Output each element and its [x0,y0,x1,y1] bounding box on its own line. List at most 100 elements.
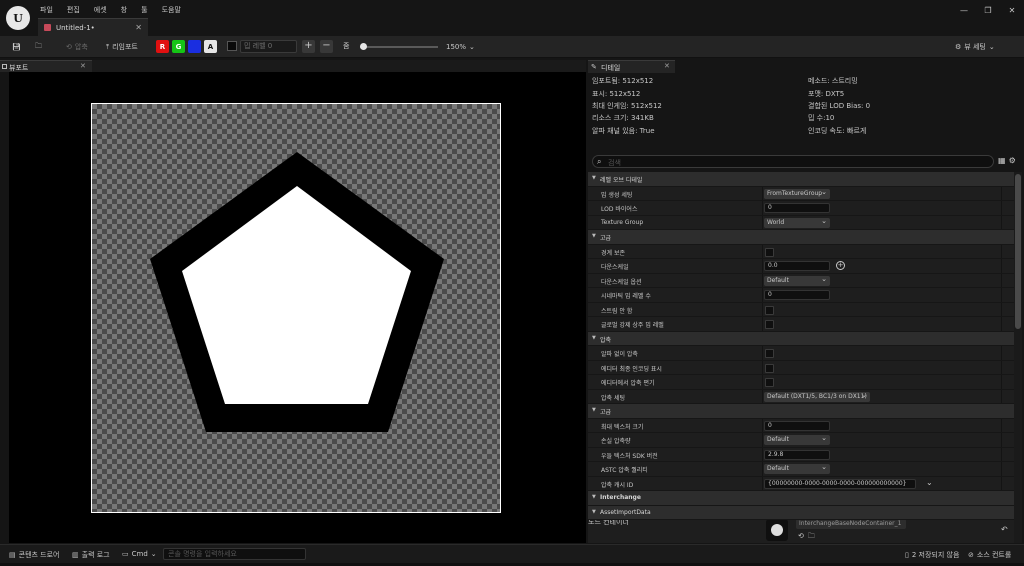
mip-level-select[interactable]: 밉 레벨 0 [240,40,297,53]
category-row[interactable]: ▼ 고급 [588,230,1014,245]
settings-icon[interactable]: ⚙ [1009,156,1016,165]
property-dropdown[interactable]: Default (DXT1/5, BC1/3 on DX11) [764,390,870,402]
category-row[interactable]: ▼ 레벨 오브 디테일 [588,172,1014,187]
expand-arrow-icon[interactable]: ▼ [592,494,596,500]
expand-arrow-icon[interactable]: ▼ [592,233,596,239]
column-divider[interactable] [762,186,763,200]
property-value-input[interactable]: 0 [764,203,830,213]
column-divider[interactable] [762,273,763,287]
cmd-selector[interactable]: ▭ Cmd ⌄ [122,550,157,558]
category-row[interactable]: ▼ 압축 [588,331,1014,346]
property-value-input[interactable]: 0.0 [764,261,830,271]
expand-arrow-icon[interactable]: ▼ [592,407,596,413]
category-row[interactable]: ▼ AssetImportData [588,505,1014,520]
column-divider[interactable] [762,375,763,389]
column-divider[interactable] [762,389,763,403]
browse-icon[interactable]: 🗀 [808,532,815,543]
column-divider[interactable] [762,201,763,215]
property-dropdown[interactable]: Default [764,433,830,445]
property-checkbox[interactable] [765,305,774,315]
close-window-button[interactable]: ✕ [1000,6,1024,15]
browse-button[interactable]: 🗀 [35,40,42,54]
node-thumbnail[interactable] [766,519,788,541]
close-tab-icon[interactable]: ✕ [135,23,142,32]
property-value-input[interactable]: 0 [764,420,830,431]
viewport-tab[interactable]: 뷰포트 ✕ [0,60,92,72]
property-dropdown[interactable]: World [764,216,830,228]
column-divider[interactable] [762,302,763,316]
zoom-slider[interactable] [360,43,438,50]
expand-arrow-icon[interactable]: ▼ [592,335,596,341]
view-settings-button[interactable]: ⚙ 뷰 세팅 ⌄ [955,40,995,54]
column-divider[interactable] [762,433,763,447]
mip-increase-button[interactable]: + [302,40,315,53]
use-selected-icon[interactable]: ⟲ [798,532,804,543]
property-dropdown[interactable]: FromTextureGroup [764,187,830,199]
save-button[interactable]: 💾︎ [12,40,21,54]
compress-button[interactable]: ⟲ 압축 [66,40,88,54]
property-checkbox[interactable] [765,349,774,358]
property-checkbox[interactable] [765,247,774,257]
column-divider[interactable] [762,476,763,490]
property-checkbox[interactable] [765,363,774,373]
column-divider[interactable] [762,418,763,432]
console-input[interactable]: 콘솔 명령을 입력하세요 [163,548,306,560]
column-divider[interactable] [762,447,763,461]
menu-tools[interactable]: 툴 [141,5,147,15]
property-label: Texture Group [601,218,644,226]
column-divider[interactable] [762,360,763,374]
zoom-value-dropdown[interactable]: 150% ⌄ [446,40,475,54]
chevron-down-icon[interactable]: ⌄ [926,478,933,487]
table-view-icon[interactable]: ▦ [998,156,1006,165]
property-dropdown[interactable]: Default [764,462,830,474]
expand-arrow-icon[interactable]: ▼ [592,509,596,515]
column-divider[interactable] [762,317,763,331]
reimport-button[interactable]: ⤒ 리임포트 [106,40,138,54]
scrollbar-thumb[interactable] [1015,174,1021,329]
reset-arrow-icon[interactable]: ↶ [1001,525,1008,534]
maximize-button[interactable]: ❐ [976,6,1000,15]
source-control-button[interactable]: ⊘ 소스 컨트롤 [968,550,1011,560]
property-label: 스트림 안 함 [601,307,633,315]
channel-g-toggle[interactable]: G [172,40,185,53]
menu-edit[interactable]: 편집 [67,5,80,15]
category-row[interactable]: ▼ Interchange [588,491,1014,506]
property-value-input[interactable]: {00000000-0000-0000-0000-000000000000} [764,478,916,489]
menu-asset[interactable]: 에셋 [94,5,107,15]
property-value-input[interactable]: 0 [764,290,830,300]
unsaved-button[interactable]: ▯ 2 저장되지 않음 [905,550,959,560]
menu-help[interactable]: 도움말 [162,5,181,15]
column-divider[interactable] [762,244,763,258]
add-icon[interactable]: + [836,261,845,270]
minimize-button[interactable]: — [952,6,976,15]
category-row[interactable]: ▼ 고급 [588,404,1014,419]
close-viewport-icon[interactable]: ✕ [80,62,86,70]
channel-r-toggle[interactable]: R [156,40,169,53]
menu-file[interactable]: 파일 [40,5,53,15]
column-divider[interactable] [762,215,763,229]
zoom-slider-knob[interactable] [360,43,368,50]
column-divider[interactable] [762,346,763,360]
details-scrollbar[interactable] [1014,172,1022,543]
channel-a-toggle[interactable]: A [204,40,217,53]
channel-b-toggle[interactable]: B [188,40,201,53]
content-drawer-button[interactable]: ▤ 콘텐츠 드로어 [9,550,60,560]
unreal-logo[interactable]: U [6,6,30,30]
details-search-input[interactable]: ⌕ 검색 [592,155,994,168]
property-checkbox[interactable] [765,320,774,329]
column-divider[interactable] [762,259,763,273]
document-tab[interactable]: Untitled-1• ✕ [38,18,148,36]
close-details-icon[interactable]: ✕ [664,62,670,70]
column-divider[interactable] [762,462,763,476]
property-dropdown[interactable]: Default [764,274,830,286]
background-color-swatch[interactable] [227,41,237,51]
expand-arrow-icon[interactable]: ▼ [592,175,596,181]
property-checkbox[interactable] [765,378,774,387]
details-tab[interactable]: ✎ 디테일 ✕ [588,60,675,73]
menu-window[interactable]: 창 [121,5,127,15]
mip-decrease-button[interactable]: − [320,40,333,53]
column-divider[interactable] [762,288,763,302]
property-value-input[interactable]: 2.9.8 [764,449,830,460]
output-log-button[interactable]: ▥ 출력 로그 [72,550,110,560]
node-container-dropdown[interactable]: InterchangeBaseNodeContainer_1 [796,519,906,529]
